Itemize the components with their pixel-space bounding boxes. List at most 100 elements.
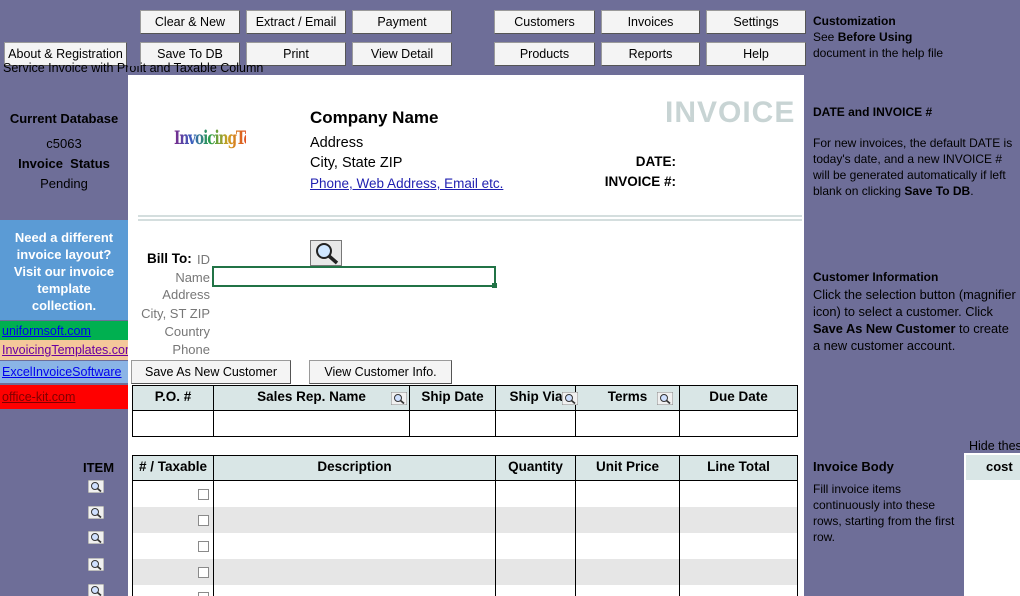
company-contact-link[interactable]: Phone, Web Address, Email etc. xyxy=(310,176,503,191)
items-col-line-1 xyxy=(213,456,214,596)
date-help-bold: Save To DB xyxy=(904,184,971,198)
date-help: DATE and INVOICE # For new invoices, the… xyxy=(813,104,1016,199)
taxable-header: # / Taxable xyxy=(138,459,208,474)
terms-lookup-icon[interactable] xyxy=(657,392,673,405)
customer-country-label: Country xyxy=(164,324,210,339)
customer-id-label: ID xyxy=(197,252,210,267)
date-help-title: DATE and INVOICE # xyxy=(813,105,933,119)
customer-help-body: Click the selection button (magnifier ic… xyxy=(813,286,1016,354)
selection-handle[interactable] xyxy=(492,283,497,288)
order-col-line-2 xyxy=(409,386,410,436)
item-row-5[interactable] xyxy=(133,585,797,596)
view-customer-info-button[interactable]: View Customer Info. xyxy=(309,360,452,384)
clear-new-button[interactable]: Clear & New xyxy=(140,10,240,34)
sales-rep-lookup-icon[interactable] xyxy=(391,392,407,405)
company-logo: InvoicingTemplates xyxy=(174,127,305,163)
payment-button[interactable]: Payment xyxy=(352,10,452,34)
products-button[interactable]: Products xyxy=(494,42,595,66)
customers-button[interactable]: Customers xyxy=(494,10,595,34)
customer-address-label: Address xyxy=(162,287,210,302)
customization-bold: Before Using xyxy=(837,30,913,44)
items-col-line-3 xyxy=(575,456,576,596)
link-excelinvoicesoftware[interactable]: ExcelInvoiceSoftware xyxy=(0,361,128,383)
date-label: DATE: xyxy=(635,154,676,169)
invoice-number-label: INVOICE #: xyxy=(604,174,676,189)
item-row-3[interactable] xyxy=(133,533,797,559)
quantity-header: Quantity xyxy=(508,459,563,474)
customer-search-icon[interactable] xyxy=(310,240,342,266)
po-header: P.O. # xyxy=(154,389,192,404)
invoice-status-value: Pending xyxy=(40,176,88,191)
view-detail-button[interactable]: View Detail xyxy=(352,42,452,66)
line-total-header: Line Total xyxy=(707,459,770,474)
taxable-checkbox-1[interactable] xyxy=(198,489,209,500)
unit-price-header: Unit Price xyxy=(595,459,660,474)
sheet-title-mask xyxy=(128,60,140,66)
taxable-checkbox-2[interactable] xyxy=(198,515,209,526)
items-col-line-2 xyxy=(495,456,496,596)
customer-help: Customer Information Click the selection… xyxy=(813,269,1016,354)
invoice-body-title: Invoice Body xyxy=(813,459,894,474)
company-address: Address xyxy=(310,135,364,151)
settings-button[interactable]: Settings xyxy=(706,10,806,34)
taxable-checkbox-4[interactable] xyxy=(198,567,209,578)
due-date-header: Due Date xyxy=(709,389,768,404)
link-invoicingtemplates[interactable]: InvoicingTemplates.com xyxy=(0,340,128,360)
invoice-status-label: Invoice Status xyxy=(18,156,110,171)
invoice-body-help: Invoice Body Fill invoice items continuo… xyxy=(813,458,963,545)
customer-city-label: City, ST ZIP xyxy=(141,306,210,321)
item-lookup-icon-4[interactable] xyxy=(88,558,104,571)
logo-text: InvoicingTemplates xyxy=(174,127,305,149)
help-button[interactable]: Help xyxy=(706,42,806,66)
item-row-4[interactable] xyxy=(133,559,797,585)
order-col-line-1 xyxy=(213,386,214,436)
link-office-kit[interactable]: office-kit.com xyxy=(0,385,128,409)
item-lookup-icon-2[interactable] xyxy=(88,506,104,519)
extract-email-button[interactable]: Extract / Email xyxy=(246,10,346,34)
customization-title: Customization xyxy=(813,14,896,28)
company-name: Company Name xyxy=(310,108,439,127)
item-row-1[interactable] xyxy=(133,482,797,507)
invoice-body-text: Fill invoice items continuously into the… xyxy=(813,482,955,544)
customization-line: See Before Using xyxy=(813,29,1018,45)
items-table: # / Taxable Description Quantity Unit Pr… xyxy=(132,455,798,596)
customer-phone-label: Phone xyxy=(172,342,210,357)
items-col-line-4 xyxy=(679,456,680,596)
item-lookup-icon-1[interactable] xyxy=(88,480,104,493)
customer-help-bold: Save As New Customer xyxy=(813,321,956,336)
cost-column-header: cost xyxy=(986,459,1013,474)
current-database-label: Current Database xyxy=(9,111,119,126)
invoice-title: INVOICE xyxy=(665,96,796,129)
item-lookup-icon-5[interactable] xyxy=(88,584,104,596)
hidden-column-label: Hide thes xyxy=(969,439,1020,453)
date-help-body: For new invoices, the default DATE is to… xyxy=(813,135,1016,199)
customer-name-input[interactable] xyxy=(212,266,496,287)
ship-via-lookup-icon[interactable] xyxy=(562,392,578,405)
description-header: Description xyxy=(317,459,392,474)
item-row-2[interactable] xyxy=(133,507,797,533)
customer-help-text1: Click the selection button (magnifier ic… xyxy=(813,287,1016,319)
item-label: ITEM xyxy=(83,460,115,475)
customization-see: See xyxy=(813,30,838,44)
order-col-line-5 xyxy=(679,386,680,436)
taxable-checkbox-3[interactable] xyxy=(198,541,209,552)
sales-rep-header: Sales Rep. Name xyxy=(257,389,366,404)
taxable-checkbox-5[interactable] xyxy=(198,592,209,596)
item-lookup-icon-3[interactable] xyxy=(88,531,104,544)
order-info-table: P.O. # Sales Rep. Name Ship Date Ship Vi… xyxy=(132,385,798,437)
date-help-end: . xyxy=(970,184,974,198)
order-col-line-3 xyxy=(495,386,496,436)
customer-help-title: Customer Information xyxy=(813,270,939,284)
promo-text[interactable]: Need a different invoice layout? Visit o… xyxy=(6,229,122,314)
save-as-new-customer-button[interactable]: Save As New Customer xyxy=(131,360,291,384)
link-uniformsoft[interactable]: uniformsoft.com xyxy=(0,321,128,341)
ship-date-header: Ship Date xyxy=(421,389,484,404)
reports-button[interactable]: Reports xyxy=(601,42,700,66)
header-divider xyxy=(138,215,802,221)
customer-name-label: Name xyxy=(175,270,210,285)
customization-rest: document in the help file xyxy=(813,46,944,60)
customization-note: Customization See Before Using document … xyxy=(813,13,1018,61)
company-city-state: City, State ZIP xyxy=(310,155,403,171)
database-name: c5063 xyxy=(46,136,82,151)
invoices-button[interactable]: Invoices xyxy=(601,10,700,34)
